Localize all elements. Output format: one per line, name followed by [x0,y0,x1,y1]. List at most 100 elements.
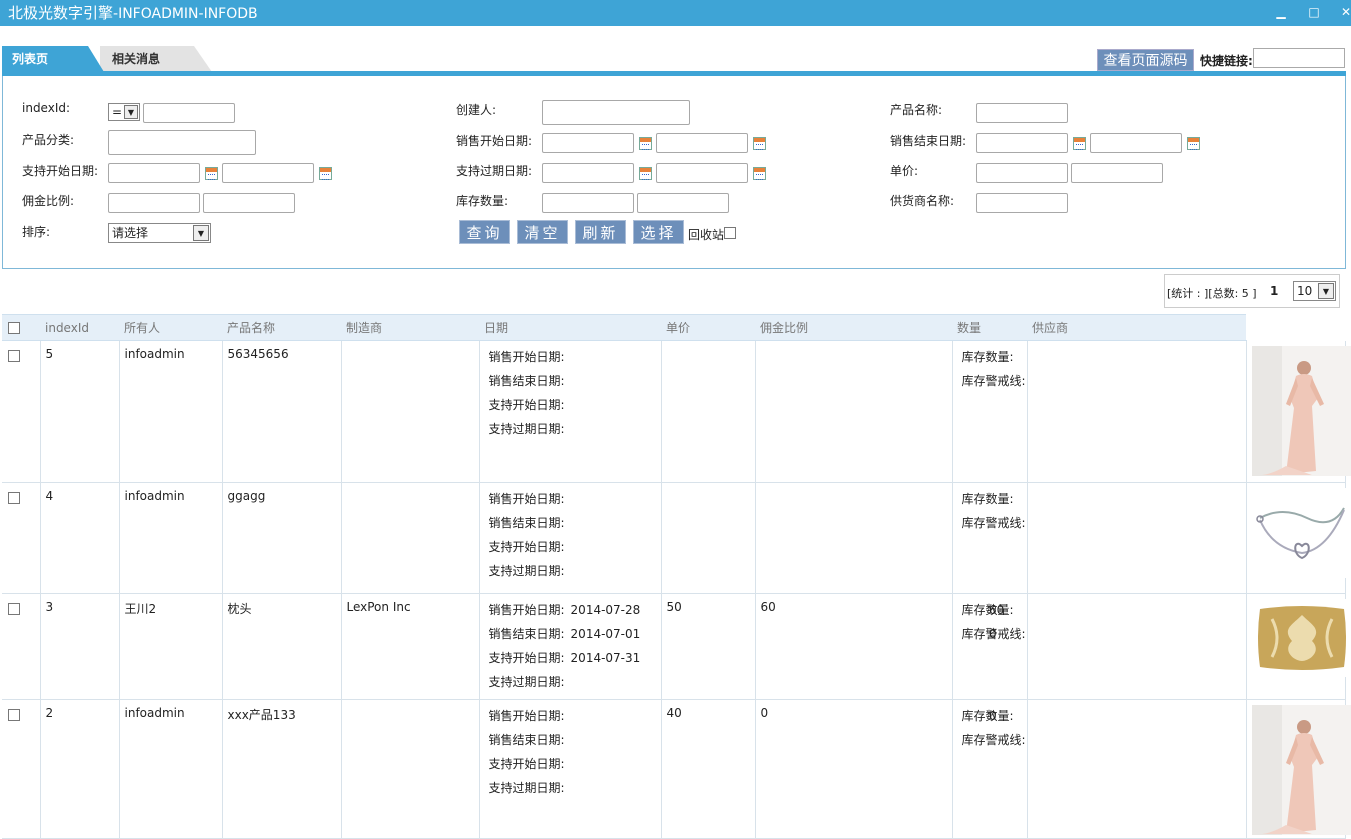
col-product-name[interactable]: 产品名称 [222,315,341,341]
qty-label: 库存数量: [962,603,1014,617]
price-to-input[interactable] [1071,163,1163,183]
cell-indexid: 3 [40,594,119,700]
support-start-to-input[interactable] [222,163,314,183]
recycle-label: 回收站 [688,226,724,243]
cell-quantity: 库存数量:0库存警戒线: [952,700,1027,839]
cell-image[interactable] [1246,594,1346,700]
table-row[interactable]: 2infoadminxxx产品133销售开始日期:销售结束日期:支持开始日期:支… [2,700,1346,839]
cell-indexid: 4 [40,483,119,594]
maximize-icon[interactable]: □ [1303,2,1325,22]
sale-end-label: 销售结束日期: [890,132,966,149]
date-value: 2014-07-01 [571,627,641,641]
date-line: 支持开始日期: [485,393,661,417]
tab-related-messages[interactable]: 相关消息 [100,46,212,72]
date-line: 支持过期日期: [485,417,661,441]
table-row[interactable]: 3王川2枕头LexPon Inc销售开始日期:2014-07-28销售结束日期:… [2,594,1346,700]
col-commission[interactable]: 佣金比例 [755,315,952,341]
calendar-icon[interactable] [639,167,652,180]
date-line: 销售开始日期: [485,487,661,511]
sale-start-to-input[interactable] [656,133,748,153]
commission-from-input[interactable] [108,193,200,213]
sale-start-label: 销售开始日期: [456,132,532,149]
category-label: 产品分类: [22,131,74,148]
cell-maker [341,483,479,594]
qty-label: 库存警戒线: [962,374,1026,388]
sort-select[interactable]: 请选择▼ [108,223,211,243]
tab-list-page[interactable]: 列表页 [2,46,104,72]
support-expire-from-input[interactable] [542,163,634,183]
stock-to-input[interactable] [637,193,729,213]
cell-product-name: ggagg [222,483,341,594]
price-from-input[interactable] [976,163,1068,183]
close-icon[interactable]: ✕ [1335,2,1351,22]
minimize-icon[interactable]: ▁ [1270,2,1292,22]
sort-label: 排序: [22,223,50,240]
cell-price [661,483,755,594]
calendar-icon[interactable] [319,167,332,180]
cell-image[interactable] [1246,483,1346,594]
query-button[interactable]: 查询 [459,220,510,244]
window-title: 北极光数字引擎-INFOADMIN-INFODB [8,3,258,24]
col-owner[interactable]: 所有人 [119,315,222,341]
cell-indexid: 5 [40,341,119,483]
support-expire-to-input[interactable] [656,163,748,183]
sale-start-from-input[interactable] [542,133,634,153]
current-page[interactable]: 1 [1270,284,1278,298]
calendar-icon[interactable] [1187,137,1200,150]
date-line: 销售开始日期: [485,704,661,728]
col-indexid[interactable]: indexId [40,315,119,341]
view-source-button[interactable]: 查看页面源码 [1097,49,1194,71]
commission-to-input[interactable] [203,193,295,213]
cell-product-name: 枕头 [222,594,341,700]
indexid-input[interactable] [143,103,235,123]
supplier-input[interactable] [976,193,1068,213]
calendar-icon[interactable] [753,137,766,150]
cell-image[interactable] [1246,341,1346,483]
table-row[interactable]: 4infoadminggagg 销售开始日期:销售结束日期:支持开始日期:支持过期… [2,483,1346,594]
cell-owner: infoadmin [119,483,222,594]
row-checkbox[interactable] [8,709,20,721]
date-value: 2014-07-31 [571,651,641,665]
page-size-value: 10 [1297,284,1312,298]
col-supplier[interactable]: 供应商 [1027,315,1246,341]
col-date[interactable]: 日期 [479,315,605,341]
recycle-checkbox[interactable] [724,227,736,239]
page-size-select[interactable]: 10▼ [1293,281,1336,301]
calendar-icon[interactable] [205,167,218,180]
qty-line: 库存警戒线:0 [958,622,1027,646]
table-row[interactable]: 5infoadmin56345656销售开始日期:销售结束日期:支持开始日期:支… [2,341,1346,483]
select-all-checkbox[interactable] [8,322,20,334]
calendar-icon[interactable] [1073,137,1086,150]
clear-button[interactable]: 清空 [517,220,568,244]
dress-image [1252,705,1351,835]
support-start-from-input[interactable] [108,163,200,183]
col-maker[interactable]: 制造商 [341,315,479,341]
row-checkbox[interactable] [8,603,20,615]
quick-link-input[interactable] [1253,48,1345,68]
cell-dates: 销售开始日期:销售结束日期:支持开始日期:支持过期日期: [479,483,661,594]
indexid-operator-value: = [112,105,122,119]
calendar-icon[interactable] [639,137,652,150]
calendar-icon[interactable] [753,167,766,180]
stock-from-input[interactable] [542,193,634,213]
cell-quantity: 库存数量: 库存警戒线: [952,341,1027,483]
sale-end-from-input[interactable] [976,133,1068,153]
qty-label: 库存数量: [962,350,1014,364]
date-value: 2014-07-28 [571,603,641,617]
refresh-button[interactable]: 刷新 [575,220,626,244]
col-quantity[interactable]: 数量 [952,315,1027,341]
indexid-operator-select[interactable]: =▼ [108,103,140,121]
row-checkbox[interactable] [8,492,20,504]
date-label: 支持过期日期: [489,675,565,689]
cell-image[interactable] [1246,700,1346,839]
sale-end-to-input[interactable] [1090,133,1182,153]
data-table: indexId 所有人 产品名称 制造商 日期 单价 佣金比例 数量 供应商 5… [2,314,1346,839]
date-label: 销售结束日期: [489,627,565,641]
row-checkbox[interactable] [8,350,20,362]
product-name-input[interactable] [976,103,1068,123]
col-price[interactable]: 单价 [661,315,755,341]
category-input[interactable] [108,130,256,155]
creator-input[interactable] [542,100,690,125]
select-button[interactable]: 选择 [633,220,684,244]
date-line: 销售开始日期:2014-07-28 [485,598,661,622]
